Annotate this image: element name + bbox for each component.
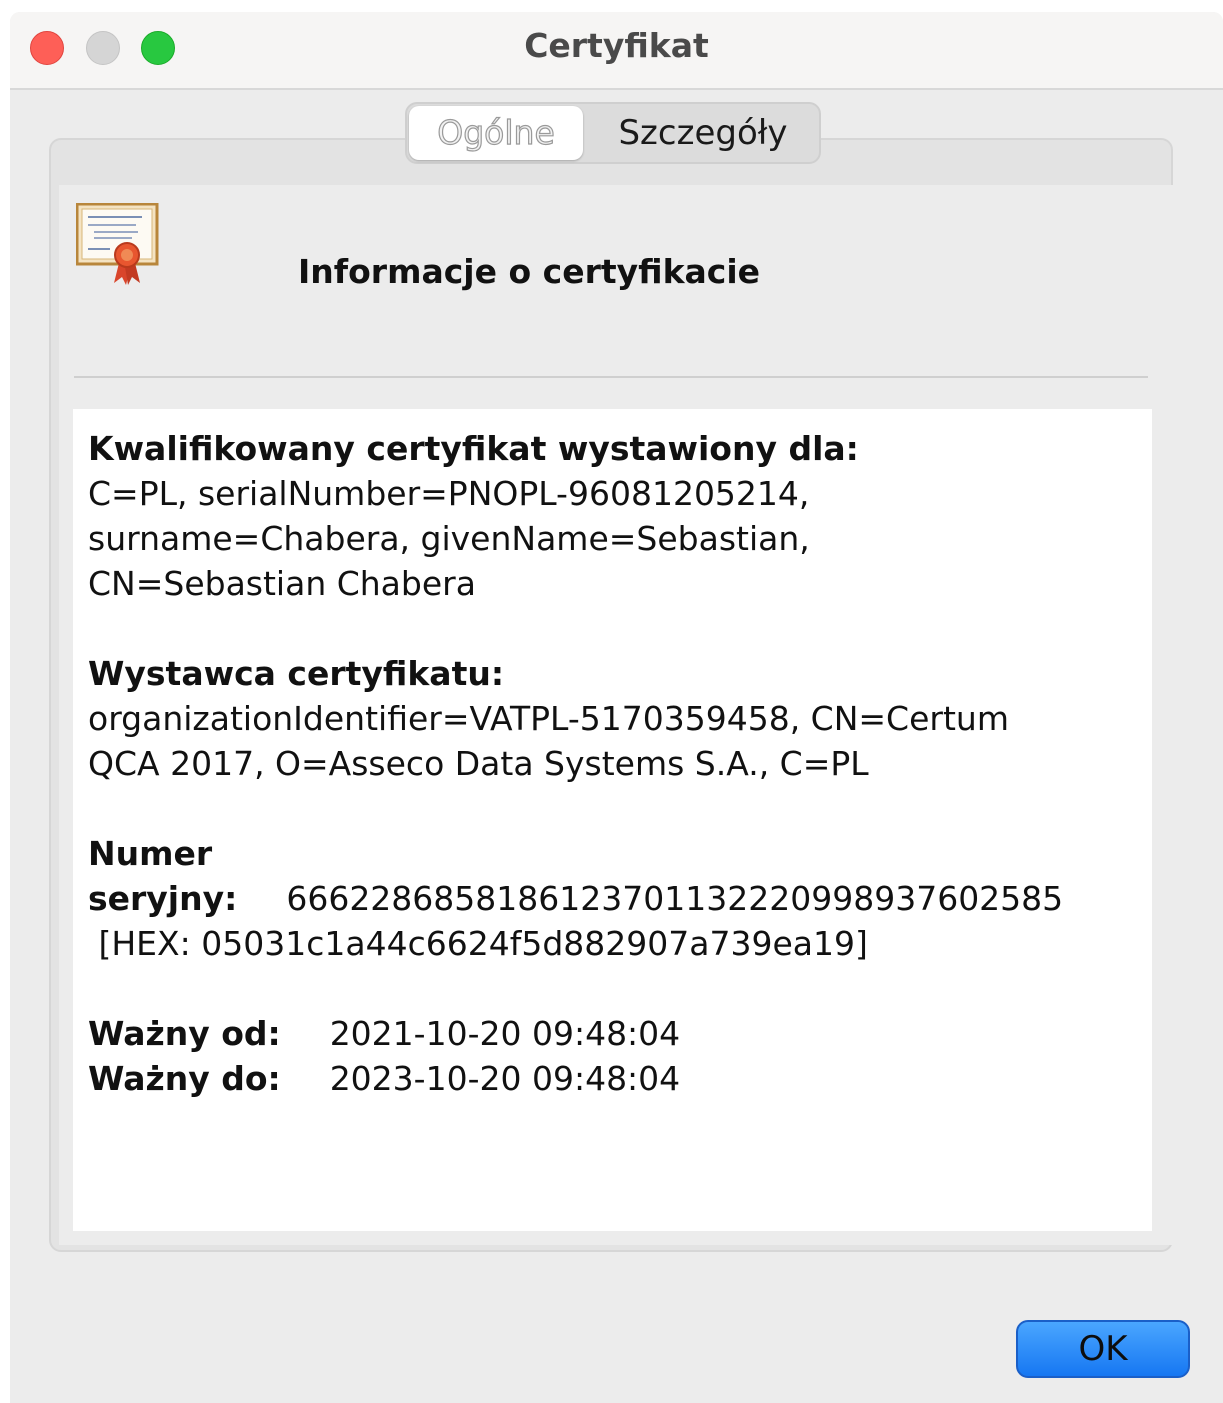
serial-label: Numer (88, 834, 213, 873)
issued-to-line: C=PL, serialNumber=PNOPL-96081205214, (88, 474, 810, 513)
issuer-line: QCA 2017, O=Asseco Data Systems S.A., C=… (88, 744, 869, 783)
valid-to-label: Ważny do: (88, 1059, 281, 1098)
serial-value: 6662286858186123701132220998937602585 (286, 879, 1064, 918)
serial-label-2: seryjny: (88, 879, 238, 918)
valid-from-value: 2021-10-20 09:48:04 (329, 1014, 681, 1053)
certificate-info-text: Kwalifikowany certyfikat wystawiony dla:… (88, 426, 1128, 1101)
issued-to-label: Kwalifikowany certyfikat wystawiony dla: (88, 429, 859, 468)
certificate-icon (76, 203, 159, 285)
issuer-label: Wystawca certyfikatu: (88, 654, 505, 693)
tab-details[interactable]: Szczegóły (589, 106, 817, 160)
tab-general[interactable]: Ogólne (409, 106, 583, 160)
valid-to-value: 2023-10-20 09:48:04 (329, 1059, 681, 1098)
issued-to-line: surname=Chabera, givenName=Sebastian, (88, 519, 810, 558)
issued-to-line: CN=Sebastian Chabera (88, 564, 476, 603)
issuer-line: organizationIdentifier=VATPL-5170359458,… (88, 699, 1009, 738)
divider (74, 376, 1148, 378)
title-bar: Certyfikat (10, 12, 1223, 90)
ok-button[interactable]: OK (1016, 1320, 1190, 1378)
section-heading: Informacje o certyfikacie (298, 252, 761, 291)
valid-from-label: Ważny od: (88, 1014, 281, 1053)
window-title: Certyfikat (524, 26, 709, 65)
serial-hex: [HEX: 05031c1a44c6624f5d882907a739ea19] (88, 924, 868, 963)
tab-bar: Ogólne Szczegóły (405, 102, 821, 164)
